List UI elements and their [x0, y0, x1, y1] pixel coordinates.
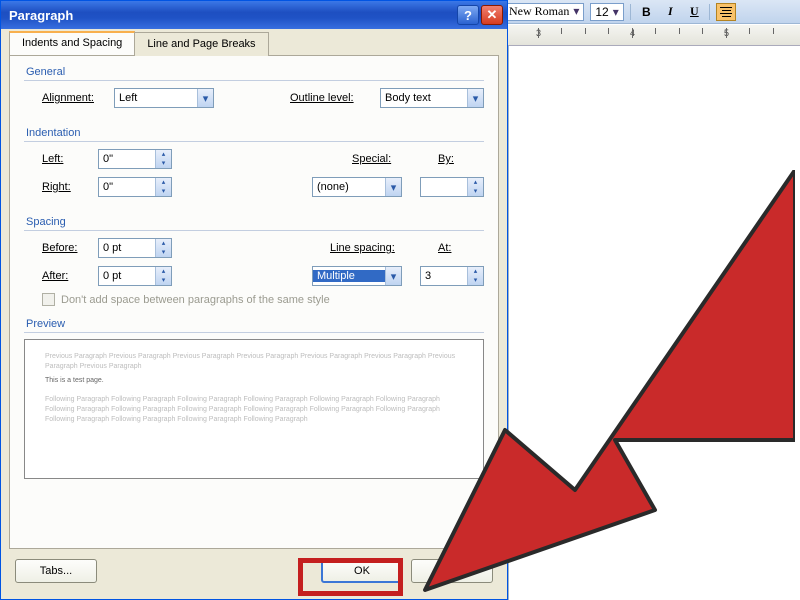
ok-button[interactable]: OK: [321, 559, 403, 583]
indent-right-spinner[interactable]: 0" ▴▾: [98, 177, 172, 197]
after-value: 0 pt: [99, 270, 155, 282]
font-name-value: New Roman: [509, 4, 569, 19]
chevron-down-icon: ▾: [467, 89, 483, 107]
font-name-combo[interactable]: New Roman ▾: [504, 3, 584, 21]
document-area[interactable]: [508, 46, 800, 600]
preview-sample-text: This is a test page.: [45, 376, 463, 386]
preview-filler-before: Previous Paragraph Previous Paragraph Pr…: [45, 352, 463, 372]
dialog-titlebar[interactable]: Paragraph ? ✕: [1, 1, 507, 29]
spinner-buttons[interactable]: ▴▾: [467, 178, 483, 196]
underline-button[interactable]: U: [685, 3, 703, 21]
bold-button[interactable]: B: [637, 3, 655, 21]
indent-left-label: Left:: [42, 153, 98, 165]
by-spinner[interactable]: ▴▾: [420, 177, 484, 197]
after-spinner[interactable]: 0 pt ▴▾: [98, 266, 172, 286]
no-space-label: Don't add space between paragraphs of th…: [61, 294, 330, 306]
checkbox-icon: [42, 293, 55, 306]
line-spacing-label: Line spacing:: [330, 242, 420, 254]
outline-level-value: Body text: [381, 92, 467, 104]
spinner-buttons[interactable]: ▴▾: [155, 150, 171, 168]
before-spinner[interactable]: 0 pt ▴▾: [98, 238, 172, 258]
no-space-checkbox: Don't add space between paragraphs of th…: [24, 293, 484, 306]
line-spacing-combo[interactable]: Multiple ▾: [312, 266, 402, 286]
alignment-combo[interactable]: Left ▾: [114, 88, 214, 108]
outline-level-combo[interactable]: Body text ▾: [380, 88, 484, 108]
spinner-buttons[interactable]: ▴▾: [155, 239, 171, 257]
preview-legend: Preview: [24, 318, 484, 333]
outline-level-label: Outline level:: [290, 92, 380, 104]
horizontal-ruler: 3 4 5: [508, 24, 800, 46]
formatting-toolbar: New Roman ▾ 12 ▾ B I U: [500, 0, 800, 24]
chevron-down-icon: ▾: [197, 89, 213, 107]
spinner-buttons[interactable]: ▴▾: [155, 178, 171, 196]
at-label: At:: [438, 242, 484, 254]
cancel-button[interactable]: Cancel: [411, 559, 493, 583]
indentation-legend: Indentation: [24, 127, 484, 142]
dropdown-caret-icon: ▾: [613, 5, 619, 19]
tab-line-page-breaks[interactable]: Line and Page Breaks: [134, 32, 268, 56]
by-label: By:: [438, 153, 484, 165]
indent-right-label: Right:: [42, 181, 98, 193]
indent-right-value: 0": [99, 181, 155, 193]
close-button[interactable]: ✕: [481, 5, 503, 25]
spinner-buttons[interactable]: ▴▾: [155, 267, 171, 285]
indent-left-value: 0": [99, 153, 155, 165]
spinner-buttons[interactable]: ▴▾: [467, 267, 483, 285]
tabs-button[interactable]: Tabs...: [15, 559, 97, 583]
tab-panel: General Alignment: Left ▾ Outline level:…: [9, 56, 499, 549]
dropdown-caret-icon: ▾: [573, 4, 579, 19]
special-combo[interactable]: (none) ▾: [312, 177, 402, 197]
close-icon: ✕: [487, 7, 498, 23]
align-left-button[interactable]: [716, 3, 736, 21]
italic-button[interactable]: I: [661, 3, 679, 21]
dialog-button-bar: Tabs... OK Cancel: [9, 549, 499, 591]
font-size-value: 12: [595, 5, 608, 19]
font-size-combo[interactable]: 12 ▾: [590, 3, 624, 21]
special-label: Special:: [352, 153, 408, 165]
indent-left-spinner[interactable]: 0" ▴▾: [98, 149, 172, 169]
preview-box: Previous Paragraph Previous Paragraph Pr…: [24, 339, 484, 479]
tab-indents-spacing[interactable]: Indents and Spacing: [9, 31, 135, 55]
alignment-value: Left: [115, 92, 197, 104]
help-button[interactable]: ?: [457, 5, 479, 25]
special-value: (none): [313, 181, 385, 193]
at-spinner[interactable]: 3 ▴▾: [420, 266, 484, 286]
after-label: After:: [42, 270, 98, 282]
spacing-legend: Spacing: [24, 216, 484, 231]
alignment-label: Alignment:: [42, 92, 114, 104]
tab-strip: Indents and Spacing Line and Page Breaks: [9, 31, 499, 56]
preview-filler-after: Following Paragraph Following Paragraph …: [45, 395, 463, 424]
line-spacing-value: Multiple: [313, 270, 385, 282]
dialog-title: Paragraph: [9, 8, 455, 23]
chevron-down-icon: ▾: [385, 178, 401, 196]
chevron-down-icon: ▾: [385, 267, 401, 285]
paragraph-dialog: Paragraph ? ✕ Indents and Spacing Line a…: [0, 0, 508, 600]
before-label: Before:: [42, 242, 98, 254]
before-value: 0 pt: [99, 242, 155, 254]
at-value: 3: [421, 270, 467, 282]
general-legend: General: [24, 66, 484, 81]
